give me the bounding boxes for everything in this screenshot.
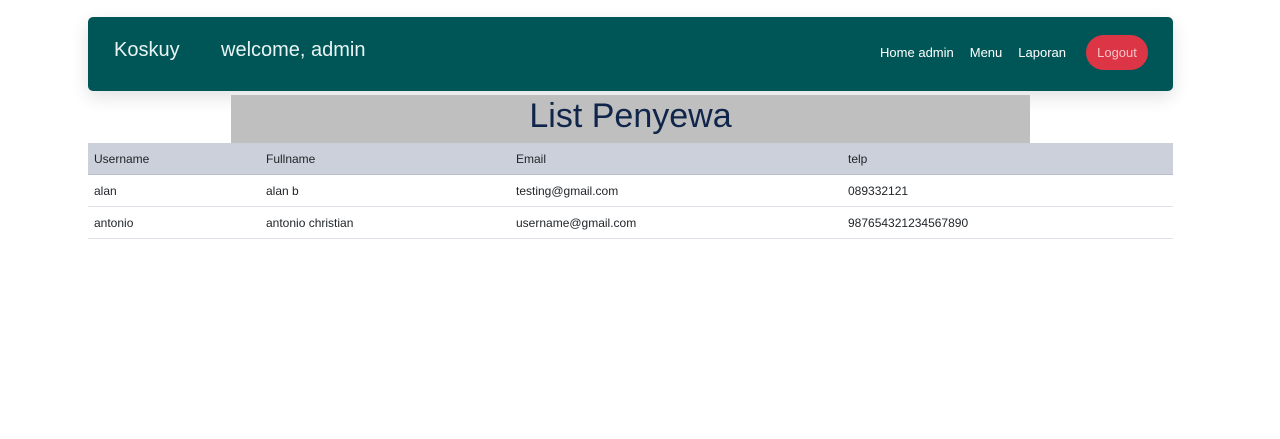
cell-username: alan bbox=[88, 174, 260, 207]
penyewa-table: Username Fullname Email telp alan alan b… bbox=[88, 143, 1173, 239]
table-row: alan alan b testing@gmail.com 089332121 bbox=[88, 174, 1173, 207]
cell-fullname: alan b bbox=[260, 174, 510, 207]
logout-button[interactable]: Logout bbox=[1086, 35, 1148, 70]
nav-link-menu[interactable]: Menu bbox=[970, 45, 1003, 60]
page-title-bar: List Penyewa bbox=[231, 95, 1030, 143]
navbar: Koskuy welcome, admin Home admin Menu La… bbox=[88, 17, 1173, 91]
brand-logo[interactable]: Koskuy bbox=[114, 38, 180, 62]
cell-telp: 987654321234567890 bbox=[842, 206, 1173, 239]
nav-link-laporan[interactable]: Laporan bbox=[1018, 45, 1066, 60]
column-header-telp: telp bbox=[842, 143, 1173, 175]
page-title: List Penyewa bbox=[529, 97, 732, 135]
nav-links: Home admin Menu Laporan Logout bbox=[880, 35, 1148, 70]
table-header-row: Username Fullname Email telp bbox=[88, 143, 1173, 175]
cell-fullname: antonio christian bbox=[260, 206, 510, 239]
cell-email: username@gmail.com bbox=[510, 206, 842, 239]
cell-username: antonio bbox=[88, 206, 260, 239]
table-row: antonio antonio christian username@gmail… bbox=[88, 206, 1173, 239]
welcome-text: welcome, admin bbox=[221, 39, 366, 61]
column-header-username: Username bbox=[88, 143, 260, 175]
column-header-fullname: Fullname bbox=[260, 143, 510, 175]
nav-link-home-admin[interactable]: Home admin bbox=[880, 45, 954, 60]
cell-telp: 089332121 bbox=[842, 174, 1173, 207]
cell-email: testing@gmail.com bbox=[510, 174, 842, 207]
column-header-email: Email bbox=[510, 143, 842, 175]
